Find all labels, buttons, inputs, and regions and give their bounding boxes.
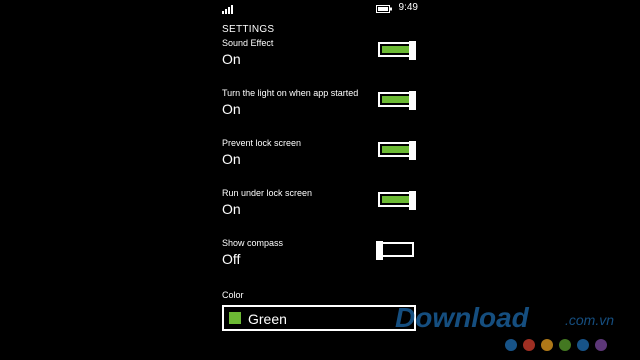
toggle-fill (382, 196, 410, 203)
status-time: 9:49 (398, 2, 418, 13)
toggle-knob[interactable] (409, 41, 416, 60)
toggle-knob[interactable] (409, 91, 416, 110)
watermark-brand: Download (395, 302, 529, 333)
watermark: Download .com.vn (395, 302, 630, 356)
color-label: Color (222, 290, 244, 300)
toggle-knob[interactable] (409, 141, 416, 160)
setting-label: Run under lock screen (222, 188, 313, 198)
prevent-lock-screen-toggle[interactable] (378, 141, 416, 160)
signal-strength-icon (222, 4, 236, 14)
sound-effect-toggle[interactable] (378, 41, 416, 60)
setting-value: Off (222, 251, 241, 267)
status-bar: 9:49 (222, 0, 418, 18)
show-compass-toggle[interactable] (376, 241, 414, 260)
toggle-fill (382, 96, 410, 103)
color-picker[interactable]: Green (222, 305, 416, 331)
toggle-fill (382, 46, 410, 53)
toggle-knob[interactable] (376, 241, 383, 260)
run-under-lock-screen-toggle[interactable] (378, 191, 416, 210)
light-on-start-toggle[interactable] (378, 91, 416, 110)
color-value: Green (248, 311, 287, 327)
setting-label: Show compass (222, 238, 284, 248)
watermark-domain: .com.vn (565, 312, 615, 328)
battery-icon (376, 5, 392, 13)
setting-label: Turn the light on when app started (222, 88, 359, 98)
setting-label: Sound Effect (222, 38, 274, 48)
setting-label: Prevent lock screen (222, 138, 302, 148)
setting-value: On (222, 51, 241, 67)
setting-run-under-lock-screen: Run under lock screen On (222, 188, 418, 234)
setting-light-on-start: Turn the light on when app started On (222, 88, 418, 134)
setting-prevent-lock-screen: Prevent lock screen On (222, 138, 418, 184)
toggle-knob[interactable] (409, 191, 416, 210)
setting-value: On (222, 201, 241, 217)
page-title: SETTINGS (222, 24, 275, 35)
setting-value: On (222, 151, 241, 167)
watermark-dots (505, 339, 607, 351)
color-swatch (229, 312, 241, 324)
toggle-fill (382, 146, 410, 153)
setting-sound-effect: Sound Effect On (222, 38, 418, 84)
setting-value: On (222, 101, 241, 117)
setting-show-compass: Show compass Off (222, 238, 418, 284)
